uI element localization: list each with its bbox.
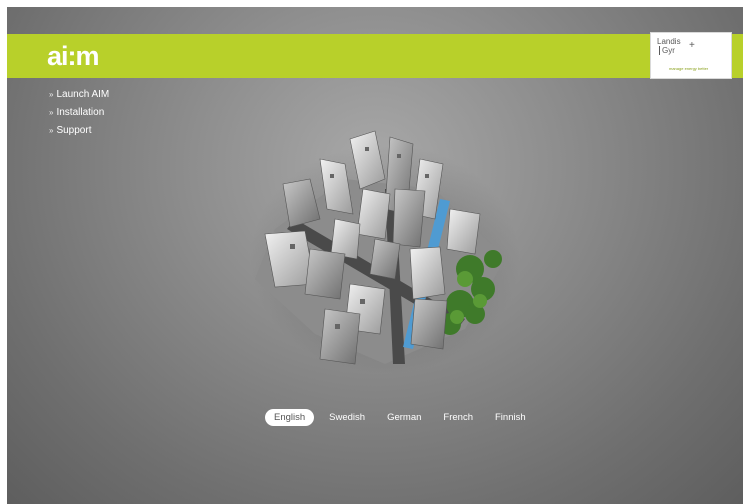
brand-plus: + [689,40,695,51]
header-banner: ai:m Landis Gyr + manage energy better [7,32,743,79]
app-window: ai:m Landis Gyr + manage energy better »… [7,7,743,504]
menu-item-label: Launch AIM [56,89,110,100]
menu-item-label: Support [56,125,92,136]
bullet-icon: » [49,126,54,135]
menu-item-installation[interactable]: » Installation [49,104,109,122]
brand-tagline: manage energy better [669,66,709,71]
bullet-icon: » [49,90,54,99]
lang-swedish[interactable]: Swedish [322,410,372,425]
menu-item-support[interactable]: » Support [49,122,109,140]
bullet-icon: » [49,108,54,117]
aim-logo: ai:m [47,41,100,71]
brand-name: Landis Gyr [657,37,717,55]
menu-item-launch-aim[interactable]: » Launch AIM [49,86,109,104]
lang-german[interactable]: German [380,410,428,425]
main-menu: » Launch AIM » Installation » Support [49,86,109,140]
menu-item-label: Installation [56,107,105,118]
lang-english[interactable]: English [265,408,315,426]
city-illustration [250,130,520,374]
language-selector: English Swedish German French Finnish [265,407,533,427]
landis-gyr-logo: Landis Gyr + manage energy better [650,32,732,79]
brand-line2: Gyr [659,46,675,55]
brand-line1: Landis [657,37,681,46]
lang-finnish[interactable]: Finnish [488,410,533,425]
lang-french[interactable]: French [436,410,480,425]
